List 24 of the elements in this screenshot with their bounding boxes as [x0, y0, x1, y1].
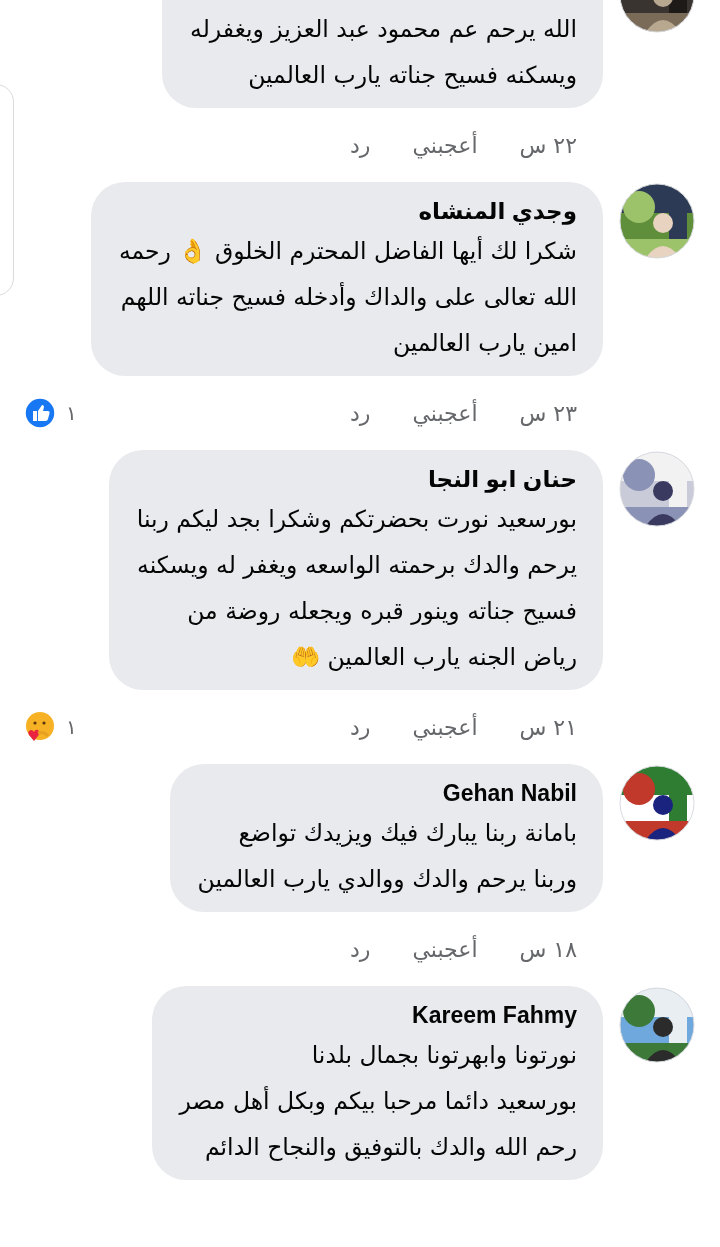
- comment-text: نورتونا وابهرتونا بجمال بلدنا بورسعيد دائما مرحبا بيكم وبكل أهل مصر رحم الله والدك بالتوفيق والنجاح الدائم: [179, 1040, 577, 1163]
- comment-text: الله يرحم عم محمود عبد العزيز ويغفرله ويسكنه فسيح جناته يارب العالمين: [190, 14, 577, 91]
- author-name[interactable]: وجدي المنشاه: [118, 194, 577, 228]
- like-link[interactable]: أعجبني: [412, 936, 478, 962]
- thumbs-up-icon[interactable]: [24, 397, 56, 429]
- reaction-count: ١: [66, 715, 77, 739]
- reaction-count: ١: [66, 401, 77, 425]
- author-name[interactable]: Gehan Nabil: [197, 776, 577, 810]
- timestamp: ٢٢ س: [519, 132, 577, 158]
- comment-text: شكرا لك أيها الفاضل المحترم الخلوق 👌 رحمه الله تعالى على والداك وأدخله فسيح جناته اللهم امين يارب العالمين: [118, 235, 577, 359]
- like-link[interactable]: أعجبني: [412, 132, 478, 158]
- timestamp: ١٨ س: [519, 936, 577, 962]
- author-name[interactable]: Kareem Fahmy: [179, 998, 577, 1032]
- comment-text: بامانة ربنا يبارك فيك ويزيدك تواضع وربنا يرحم والدك ووالدي يارب العالمين: [197, 818, 577, 895]
- reply-link[interactable]: رد: [350, 936, 371, 962]
- reply-link[interactable]: رد: [350, 132, 371, 158]
- comment-text: بورسعيد نورت بحضرتكم وشكرا بجد ليكم ربنا يرحم والدك برحمته الواسعه ويغفر له ويسكنه فسيح جناته وينور قبره ويجعله روضة من رياض الجنه يارب العالمين 🤲: [136, 504, 577, 673]
- timestamp: ٢١ س: [519, 714, 577, 740]
- reply-link[interactable]: رد: [350, 400, 371, 426]
- like-link[interactable]: أعجبني: [412, 400, 478, 426]
- like-link[interactable]: أعجبني: [412, 714, 478, 740]
- timestamp: ٢٣ س: [519, 400, 577, 426]
- author-name[interactable]: حنان ابو النجا: [136, 462, 577, 496]
- reply-link[interactable]: رد: [350, 714, 371, 740]
